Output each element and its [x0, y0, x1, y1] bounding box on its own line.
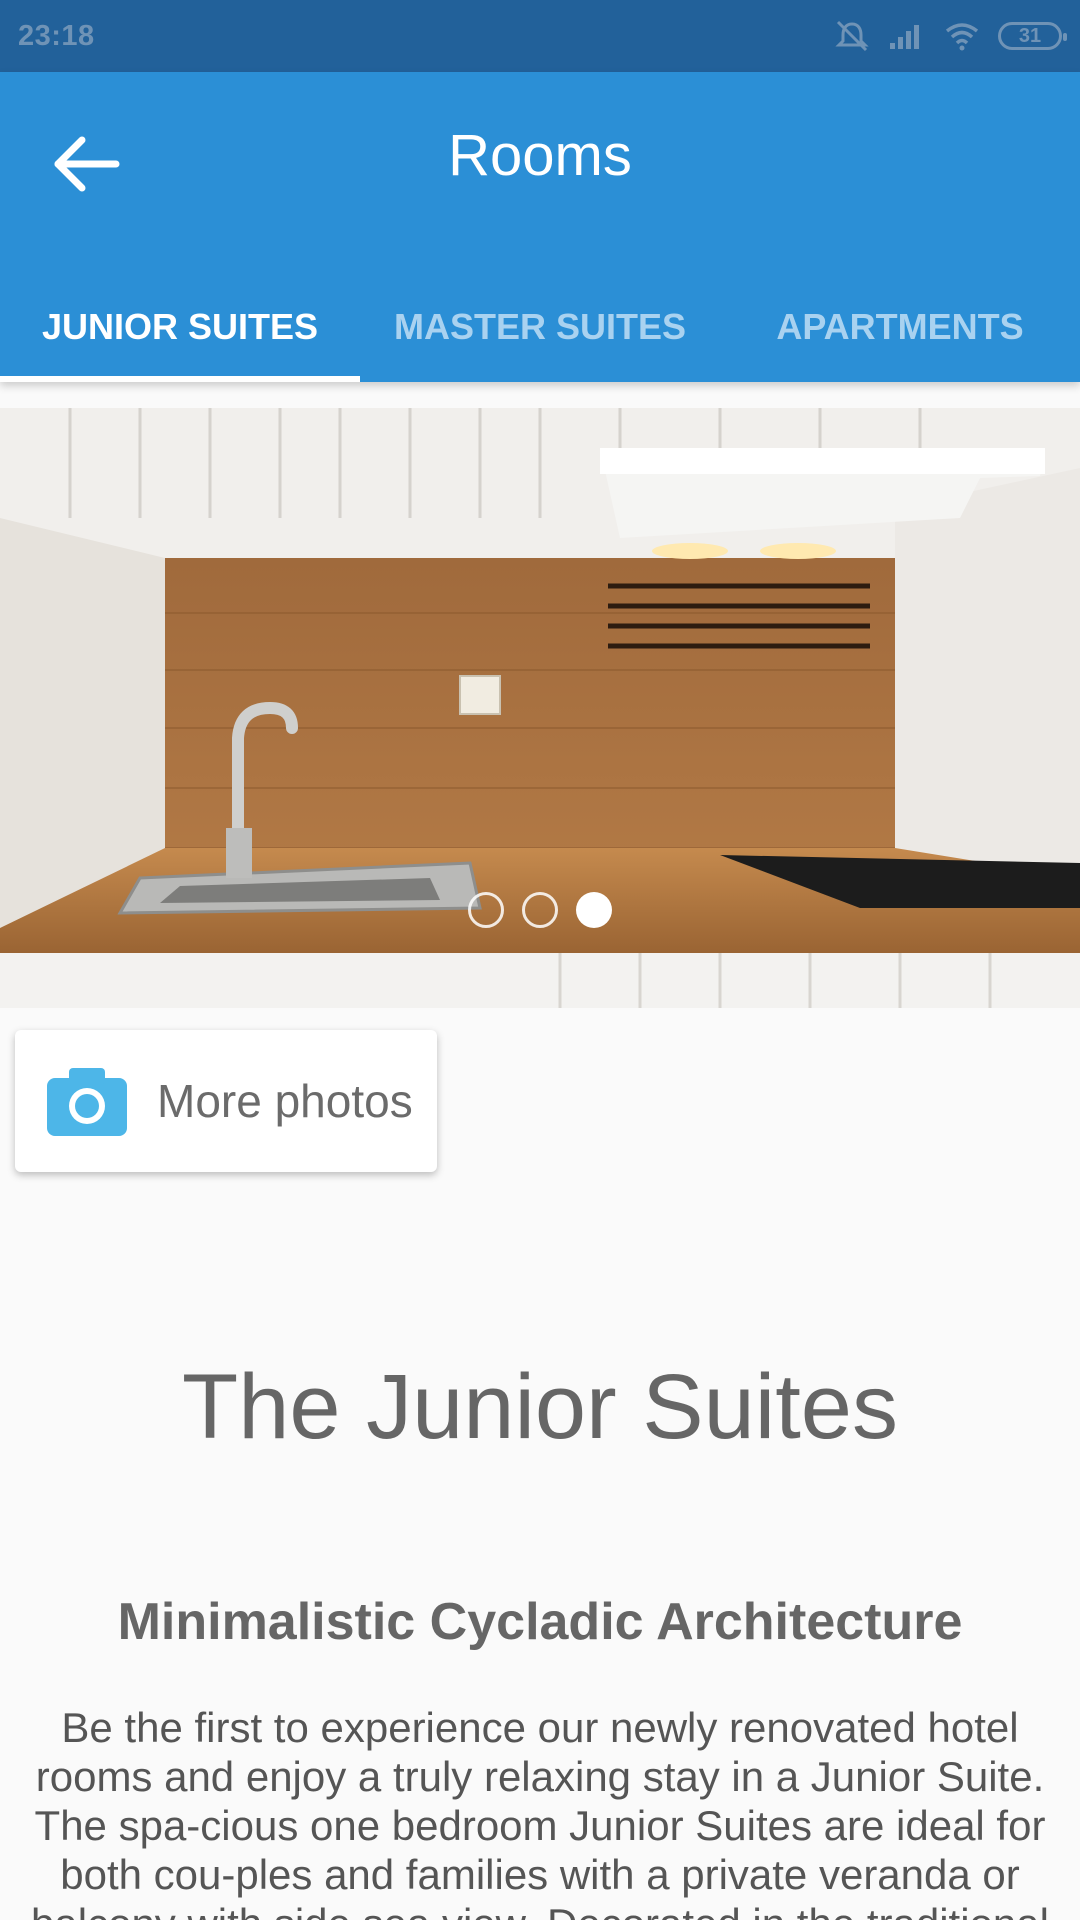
room-title: The Junior Suites: [182, 1356, 898, 1458]
status-icons: 31: [834, 20, 1067, 52]
battery-icon: 31: [998, 22, 1067, 50]
silent-bell-icon: [835, 20, 869, 52]
photo-carousel[interactable]: [0, 408, 1080, 1008]
wifi-icon: [945, 23, 979, 51]
room-description: Be the first to experience our newly ren…: [31, 1704, 1049, 1920]
carousel-dot[interactable]: [468, 892, 504, 928]
tab-apartments[interactable]: APARTMENTS: [720, 272, 1080, 382]
tab-bar: JUNIOR SUITES MASTER SUITES APARTMENTS: [0, 272, 1080, 382]
page-title: Rooms: [448, 123, 632, 188]
tab-master-suites[interactable]: MASTER SUITES: [360, 272, 720, 382]
status-time: 23:18: [18, 19, 95, 52]
carousel-indicators: [0, 892, 1080, 930]
camera-icon: [47, 1068, 127, 1136]
carousel-dot-active[interactable]: [576, 892, 612, 928]
room-subtitle: Minimalistic Cycladic Architecture: [117, 1593, 963, 1651]
status-bar: 23:18 31: [0, 0, 1080, 72]
more-photos-label: More photos: [157, 1075, 413, 1127]
battery-level: 31: [1018, 24, 1042, 47]
carousel-dot[interactable]: [522, 892, 558, 928]
app-bar: Rooms JUNIOR SUITES MASTER SUITES APARTM…: [0, 72, 1080, 382]
tab-junior-suites[interactable]: JUNIOR SUITES: [0, 272, 360, 382]
signal-icon: [890, 25, 919, 49]
more-photos-button[interactable]: More photos: [15, 1030, 437, 1172]
